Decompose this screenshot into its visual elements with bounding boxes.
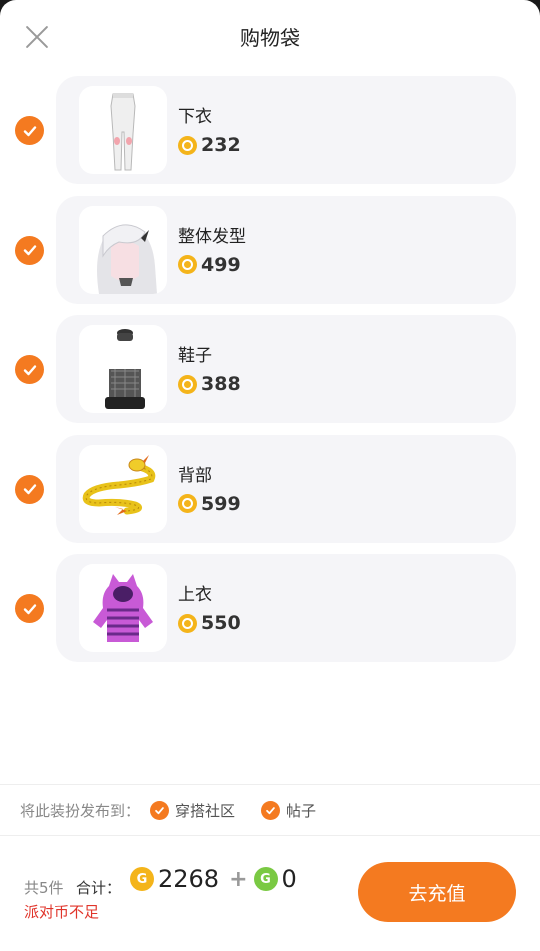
item-name: 鞋子 <box>178 346 212 366</box>
item-name: 下衣 <box>178 107 212 127</box>
item-price: 550 <box>178 612 241 634</box>
green-coin-icon: G <box>253 867 278 891</box>
party-coin-icon <box>178 374 197 394</box>
party-coin-icon <box>178 255 197 274</box>
item-price: 599 <box>178 493 241 515</box>
green-total: 0 <box>281 865 297 893</box>
item-thumbnail <box>79 86 167 174</box>
list-item: 鞋子 388 <box>0 315 540 435</box>
page-title: 购物袋 <box>240 26 300 50</box>
checkout-footer: 共5件 合计： G 2268 + G 0 派对币不足 去充值 <box>0 837 540 951</box>
pants-image <box>110 93 136 171</box>
checkmark-icon <box>23 364 36 375</box>
item-thumbnail <box>79 444 167 533</box>
item-card[interactable]: 背部 599 <box>56 434 516 543</box>
list-item: 上衣 550 <box>0 554 540 674</box>
list-item: 背部 599 <box>0 434 540 555</box>
gold-total: 2268 <box>158 865 220 893</box>
white-hair-image <box>97 224 157 294</box>
item-checkbox[interactable] <box>15 116 44 145</box>
item-count: 共5件 <box>24 879 64 897</box>
item-name: 上衣 <box>178 585 212 605</box>
recharge-button[interactable]: 去充值 <box>358 862 516 922</box>
item-price-value: 599 <box>201 492 241 515</box>
total-label: 合计： <box>76 879 122 897</box>
item-price: 232 <box>178 134 241 156</box>
insufficient-balance-warning: 派对币不足 <box>24 903 100 921</box>
item-list: 下衣 232 整体发型 499 鞋子 388 背部 599 上衣 550 <box>0 76 540 674</box>
item-card[interactable]: 下衣 232 <box>56 76 516 184</box>
item-card[interactable]: 鞋子 388 <box>56 315 516 423</box>
gold-coin-icon: G <box>130 867 154 891</box>
item-thumbnail <box>79 325 167 413</box>
item-name: 背部 <box>178 465 212 486</box>
platform-boots-image <box>105 329 145 409</box>
publish-label: 将此装扮发布到： <box>20 801 141 820</box>
golden-dragon-image <box>82 454 156 515</box>
header: 购物袋 <box>0 0 540 72</box>
item-price: 499 <box>178 254 241 276</box>
party-coin-icon <box>178 494 197 513</box>
item-thumbnail <box>79 564 167 652</box>
party-coin-icon <box>178 135 197 155</box>
item-checkbox[interactable] <box>15 235 44 265</box>
total-amount: G 2268 + G 0 <box>130 865 301 893</box>
party-coin-icon <box>178 613 197 633</box>
item-card[interactable]: 整体发型 499 <box>56 195 516 304</box>
checkbox-icon <box>261 800 281 820</box>
purple-hoodie-image <box>93 574 153 642</box>
publish-option-label: 帖子 <box>286 801 317 820</box>
publish-bar: 将此装扮发布到： 穿搭社区 帖子 <box>0 784 540 836</box>
item-name: 整体发型 <box>178 226 246 247</box>
checkmark-icon <box>23 603 36 614</box>
item-checkbox[interactable] <box>15 474 44 504</box>
item-price-value: 232 <box>201 134 241 156</box>
plus-sign: + <box>229 866 248 892</box>
item-price-value: 499 <box>201 253 241 276</box>
publish-option-post[interactable]: 帖子 <box>261 800 316 821</box>
list-item: 整体发型 499 <box>0 195 540 316</box>
list-item: 下衣 232 <box>0 76 540 196</box>
publish-option-label: 穿搭社区 <box>175 801 236 820</box>
item-checkbox[interactable] <box>15 355 44 384</box>
item-checkbox[interactable] <box>15 594 44 623</box>
item-thumbnail <box>79 205 167 294</box>
item-price-value: 550 <box>201 612 241 634</box>
publish-option-community[interactable]: 穿搭社区 <box>150 800 235 821</box>
checkbox-icon <box>150 800 170 820</box>
item-price-value: 388 <box>201 373 241 395</box>
checkmark-icon <box>23 484 36 495</box>
item-card[interactable]: 上衣 550 <box>56 554 516 662</box>
item-price: 388 <box>178 373 241 395</box>
shopping-bag-sheet: 购物袋 下衣 232 整体发型 499 鞋子 388 背部 599 上衣 550… <box>0 0 540 951</box>
checkmark-icon <box>23 125 36 136</box>
checkmark-icon <box>23 245 36 256</box>
